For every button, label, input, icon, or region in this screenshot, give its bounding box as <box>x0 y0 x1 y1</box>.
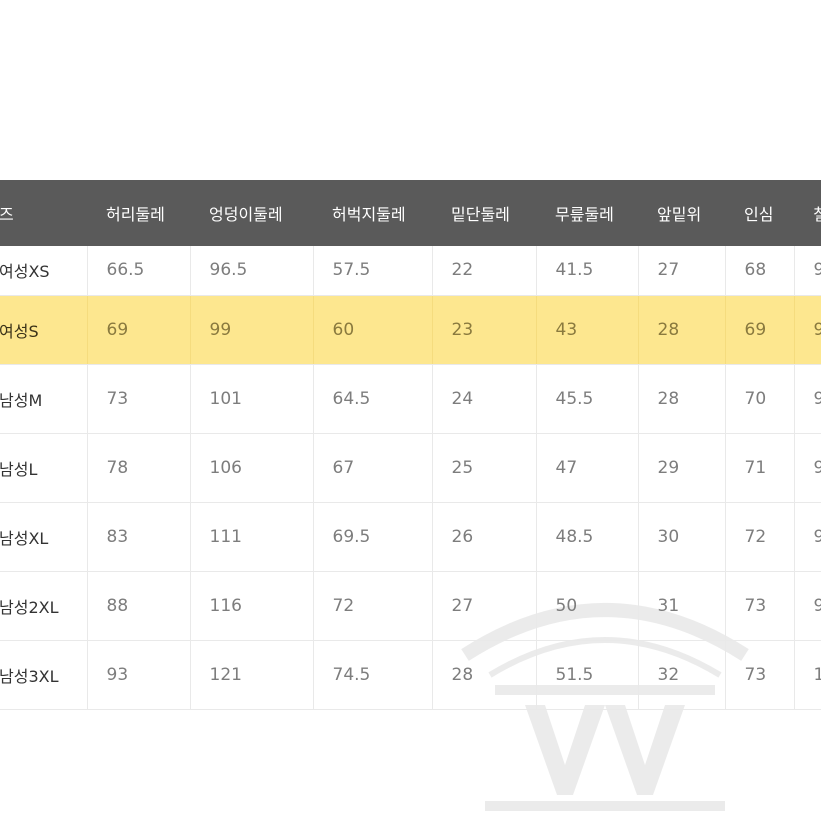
measurement-cell: 69 <box>87 295 191 365</box>
table-row: 남성XL8311169.52648.530729 <box>0 502 821 572</box>
measurement-cell: 60 <box>313 295 433 365</box>
header-size: 즈 <box>0 180 87 246</box>
measurement-cell: 66.5 <box>87 246 191 296</box>
measurement-cell: 45.5 <box>536 364 639 434</box>
measurement-cell: 64.5 <box>313 364 433 434</box>
table-row: 남성2XL8811672275031739 <box>0 571 821 641</box>
measurement-cell: 27 <box>432 571 537 641</box>
measurement-cell: 96.5 <box>190 246 314 296</box>
page: 즈 허리둘레 엉덩이둘레 허벅지둘레 밑단둘레 무릎둘레 앞밑위 인심 칠 여성… <box>0 0 821 821</box>
measurement-cell: 27 <box>638 246 726 296</box>
measurement-cell: 9 <box>794 433 821 503</box>
measurement-cell: 101 <box>190 364 314 434</box>
measurement-cell: 9 <box>794 246 821 296</box>
measurement-cell: 78 <box>87 433 191 503</box>
table-header-row: 즈 허리둘레 엉덩이둘레 허벅지둘레 밑단둘레 무릎둘레 앞밑위 인심 칠 <box>0 180 821 246</box>
header-hem: 밑단둘레 <box>432 180 536 246</box>
table-body: 여성XS66.596.557.52241.527689여성S6999602343… <box>0 246 821 710</box>
measurement-cell: 69.5 <box>313 502 433 572</box>
measurement-cell: 88 <box>87 571 191 641</box>
measurement-cell: 48.5 <box>536 502 639 572</box>
header-inseam: 인심 <box>725 180 794 246</box>
table-row: 여성S699960234328699 <box>0 295 821 365</box>
table-row: 여성XS66.596.557.52241.527689 <box>0 246 821 296</box>
measurement-cell: 69 <box>725 295 795 365</box>
measurement-cell: 24 <box>432 364 537 434</box>
size-label-cell: 남성L <box>0 433 88 503</box>
measurement-cell: 28 <box>638 364 726 434</box>
header-knee: 무릎둘레 <box>536 180 638 246</box>
size-label-cell: 여성S <box>0 295 88 365</box>
measurement-cell: 73 <box>725 571 795 641</box>
measurement-cell: 72 <box>313 571 433 641</box>
header-hip: 엉덩이둘레 <box>190 180 313 246</box>
measurement-cell: 70 <box>725 364 795 434</box>
measurement-cell: 111 <box>190 502 314 572</box>
measurement-cell: 1 <box>794 640 821 710</box>
measurement-cell: 26 <box>432 502 537 572</box>
measurement-cell: 71 <box>725 433 795 503</box>
measurement-cell: 9 <box>794 364 821 434</box>
measurement-cell: 73 <box>725 640 795 710</box>
measurement-cell: 72 <box>725 502 795 572</box>
header-waist: 허리둘레 <box>87 180 190 246</box>
table-row: 남성3XL9312174.52851.532731 <box>0 640 821 710</box>
table-row: 남성M7310164.52445.528709 <box>0 364 821 434</box>
header-thigh: 허벅지둘레 <box>313 180 432 246</box>
measurement-cell: 30 <box>638 502 726 572</box>
measurement-cell: 106 <box>190 433 314 503</box>
table-row: 남성L7810667254729719 <box>0 433 821 503</box>
measurement-cell: 116 <box>190 571 314 641</box>
measurement-cell: 51.5 <box>536 640 639 710</box>
measurement-cell: 41.5 <box>536 246 639 296</box>
measurement-cell: 28 <box>638 295 726 365</box>
measurement-cell: 9 <box>794 295 821 365</box>
measurement-cell: 28 <box>432 640 537 710</box>
measurement-cell: 29 <box>638 433 726 503</box>
size-label-cell: 여성XS <box>0 246 88 296</box>
measurement-cell: 99 <box>190 295 314 365</box>
size-label-cell: 남성XL <box>0 502 88 572</box>
measurement-cell: 9 <box>794 571 821 641</box>
measurement-cell: 43 <box>536 295 639 365</box>
measurement-cell: 47 <box>536 433 639 503</box>
measurement-cell: 73 <box>87 364 191 434</box>
measurement-cell: 57.5 <box>313 246 433 296</box>
measurement-cell: 68 <box>725 246 795 296</box>
size-label-cell: 남성3XL <box>0 640 88 710</box>
measurement-cell: 23 <box>432 295 537 365</box>
measurement-cell: 93 <box>87 640 191 710</box>
measurement-cell: 31 <box>638 571 726 641</box>
measurement-cell: 67 <box>313 433 433 503</box>
measurement-cell: 22 <box>432 246 537 296</box>
size-chart: 즈 허리둘레 엉덩이둘레 허벅지둘레 밑단둘레 무릎둘레 앞밑위 인심 칠 여성… <box>0 180 821 732</box>
header-front-rise: 앞밑위 <box>638 180 725 246</box>
measurement-cell: 9 <box>794 502 821 572</box>
measurement-cell: 25 <box>432 433 537 503</box>
measurement-cell: 32 <box>638 640 726 710</box>
measurement-cell: 121 <box>190 640 314 710</box>
measurement-cell: 50 <box>536 571 639 641</box>
measurement-cell: 83 <box>87 502 191 572</box>
size-label-cell: 남성2XL <box>0 571 88 641</box>
size-table: 즈 허리둘레 엉덩이둘레 허벅지둘레 밑단둘레 무릎둘레 앞밑위 인심 칠 여성… <box>0 180 821 710</box>
header-cut-off: 칠 <box>794 180 821 246</box>
size-label-cell: 남성M <box>0 364 88 434</box>
measurement-cell: 74.5 <box>313 640 433 710</box>
